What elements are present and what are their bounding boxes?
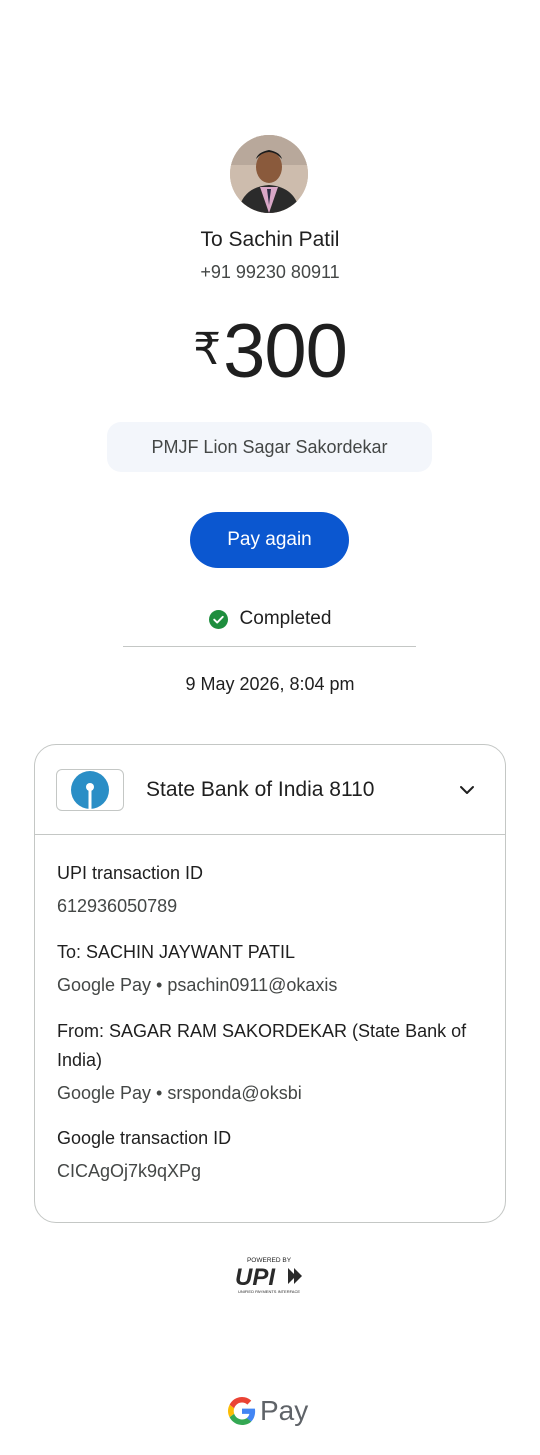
to-account-label: To: SACHIN JAYWANT PATIL <box>57 942 296 962</box>
upi-id-label: UPI transaction ID <box>57 863 204 883</box>
upi-tagline: UNIFIED PAYMENTS INTERFACE <box>238 1289 300 1294</box>
sbi-logo-icon <box>56 768 124 811</box>
currency-symbol: ₹ <box>193 325 222 374</box>
pay-again-button[interactable]: Pay again <box>190 512 349 568</box>
to-account-field: To: SACHIN JAYWANT PATIL Google Pay • ps… <box>57 938 483 999</box>
google-id-value[interactable]: CICAgOj7k9qXPg <box>57 1157 483 1185</box>
payment-note: PMJF Lion Sagar Sakordekar <box>107 422 432 472</box>
from-account-field: From: SAGAR RAM SAKORDEKAR (State Bank o… <box>57 1017 483 1107</box>
to-account-value: Google Pay • psachin0911@okaxis <box>57 975 338 995</box>
upi-powered-by: POWERED BY <box>247 1257 292 1264</box>
google-id-label: Google transaction ID <box>57 1128 232 1148</box>
amount-display: ₹ 300 <box>0 310 540 394</box>
upi-wordmark: UPI <box>235 1264 276 1291</box>
upi-logo: POWERED BY UPI UNIFIED PAYMENTS INTERFAC… <box>230 1254 308 1296</box>
recipient-name: To Sachin Patil <box>200 228 340 251</box>
google-g-icon <box>228 1397 256 1425</box>
chevron-down-icon[interactable] <box>447 770 487 810</box>
amount-value: 300 <box>223 309 348 394</box>
recipient-avatar <box>230 135 308 213</box>
bank-account-row[interactable]: State Bank of India 8110 <box>35 745 505 835</box>
status-label: Completed <box>239 608 332 629</box>
upi-id-value[interactable]: 612936050789 <box>57 892 483 920</box>
transaction-details-card: State Bank of India 8110 UPI transaction… <box>34 744 506 1223</box>
google-pay-logo: Pay <box>228 1395 308 1427</box>
divider <box>123 646 416 647</box>
from-account-value: Google Pay • srsponda@oksbi <box>57 1083 302 1103</box>
transaction-datetime: 9 May 2026, 8:04 pm <box>185 674 355 694</box>
recipient-phone: +91 99230 80911 <box>200 262 340 282</box>
from-account-label: From: SAGAR RAM SAKORDEKAR (State Bank o… <box>57 1021 467 1070</box>
bank-name: State Bank of India 8110 <box>146 777 375 801</box>
transaction-status: Completed <box>0 608 540 630</box>
google-pay-label: Pay <box>260 1395 309 1426</box>
upi-transaction-id-field: UPI transaction ID 612936050789 <box>57 859 483 920</box>
google-transaction-id-field: Google transaction ID CICAgOj7k9qXPg <box>57 1124 483 1185</box>
check-circle-icon <box>208 609 228 629</box>
